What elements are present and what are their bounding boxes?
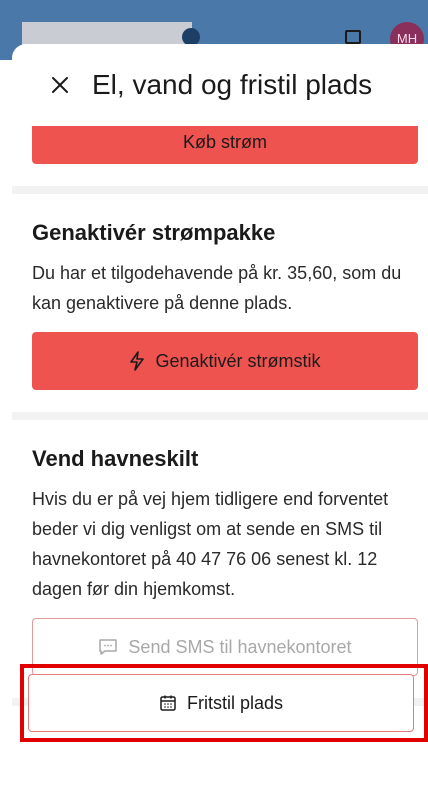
calendar-icon [159,694,177,712]
reactivate-title: Genaktivér strømpakke [32,220,276,245]
reactivate-button-label: Genaktivér strømstik [155,350,321,371]
reactivate-button[interactable]: Genaktivér strømstik [32,332,418,390]
buy-power-button[interactable]: Køb strøm [32,126,418,164]
sheet-header: El, vand og fristil plads [12,44,428,126]
harbor-sign-title: Vend havneskilt [32,446,199,471]
buy-power-section: Køb strøm [12,126,428,164]
reactivate-text: Du har et tilgodehavende på kr. 35,60, s… [32,263,402,313]
message-icon [98,638,118,656]
buy-power-label: Køb strøm [183,131,267,152]
close-icon [52,77,68,93]
close-button[interactable] [46,71,74,99]
release-spot-button[interactable]: Fritstil plads [28,674,414,732]
document-icon[interactable] [345,30,361,44]
harbor-sign-text: Hvis du er på vej hjem tidligere end for… [32,489,389,599]
lightning-icon [129,351,145,371]
section-divider [12,412,428,420]
section-divider [12,186,428,194]
reactivate-section: Genaktivér strømpakke Du har et tilgodeh… [12,220,428,390]
release-spot-label: Fritstil plads [186,692,284,713]
harbor-sign-section: Vend havneskilt Hvis du er på vej hjem t… [12,446,428,676]
send-sms-label: Send SMS til havnekontoret [128,636,352,657]
highlight-frame: Fritstil plads [20,664,428,742]
sheet-title: El, vand og fristil plads [92,69,373,100]
